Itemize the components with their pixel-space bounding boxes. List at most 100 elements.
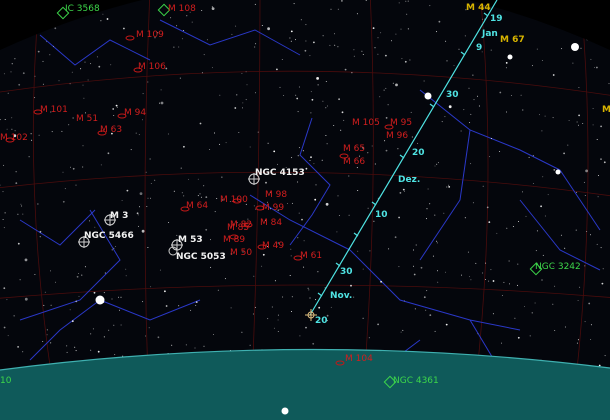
label-m65[interactable]: M 65 <box>343 144 365 154</box>
label-m101[interactable]: M 101 <box>40 105 68 115</box>
star <box>362 54 364 55</box>
star <box>590 324 592 326</box>
star <box>90 349 92 351</box>
label-ngc5466[interactable]: NGC 5466 <box>84 231 134 241</box>
star <box>98 65 101 68</box>
star <box>253 275 255 277</box>
label-m98[interactable]: M 98 <box>265 190 287 200</box>
star <box>245 99 247 101</box>
star <box>203 54 205 56</box>
label-m104[interactable]: M 104 <box>345 354 373 364</box>
label-m84[interactable]: M 84 <box>260 218 282 228</box>
star <box>313 163 315 165</box>
star <box>53 45 54 47</box>
star <box>353 55 355 57</box>
star <box>350 284 352 287</box>
star <box>277 331 279 332</box>
star <box>563 152 565 155</box>
star <box>291 157 293 159</box>
star <box>46 334 48 336</box>
star <box>361 50 363 52</box>
label-m89[interactable]: M 89 <box>223 235 245 245</box>
star <box>160 101 164 105</box>
star <box>34 75 36 77</box>
label-m64[interactable]: M 64 <box>186 201 208 211</box>
star <box>576 342 578 344</box>
star <box>553 169 556 171</box>
star <box>11 63 13 65</box>
star <box>407 28 409 30</box>
label-m61[interactable]: M 61 <box>300 251 322 261</box>
star <box>37 203 39 205</box>
star <box>397 148 399 150</box>
star <box>313 41 315 44</box>
label-m99[interactable]: M 99 <box>262 203 284 213</box>
star <box>112 108 115 110</box>
star <box>219 143 221 145</box>
label-m109[interactable]: M 109 <box>136 30 164 40</box>
label-m50[interactable]: M 50 <box>230 248 252 258</box>
label-ngc4153[interactable]: NGC 4153 <box>255 168 305 178</box>
star <box>289 37 291 39</box>
star <box>102 13 104 15</box>
label-m44[interactable]: M 44 <box>466 3 491 13</box>
star <box>39 230 42 233</box>
star <box>148 327 150 329</box>
star <box>262 253 265 256</box>
label-m100[interactable]: M 100 <box>220 195 248 205</box>
label-m96[interactable]: M 96 <box>386 131 408 141</box>
star <box>69 309 71 311</box>
star <box>111 249 113 251</box>
star <box>236 94 238 96</box>
label-m106[interactable]: M 106 <box>138 62 166 72</box>
star <box>310 156 312 159</box>
star <box>327 105 328 107</box>
star <box>407 0 409 2</box>
label-ngc5053[interactable]: NGC 5053 <box>176 252 226 262</box>
star <box>295 94 297 96</box>
star <box>426 290 428 292</box>
label-ngc4361[interactable]: NGC 4361 <box>393 376 439 386</box>
label-ic3568[interactable]: IC 3568 <box>65 4 100 14</box>
star <box>19 279 21 281</box>
label-m53[interactable]: M 53 <box>178 235 203 245</box>
star <box>486 206 489 209</box>
star <box>400 331 402 333</box>
star <box>309 297 311 299</box>
star <box>576 121 578 123</box>
star <box>536 48 538 50</box>
star <box>96 56 98 58</box>
star <box>203 185 205 187</box>
star <box>477 95 478 97</box>
sky-chart[interactable] <box>0 0 610 420</box>
star <box>22 72 25 75</box>
label-m85[interactable]: M 85 <box>227 223 249 233</box>
star <box>477 333 479 335</box>
label-ngc3242[interactable]: NGC 3242 <box>535 262 581 272</box>
star <box>490 49 492 51</box>
label-m3[interactable]: M 3 <box>110 211 128 221</box>
label-m95[interactable]: M 95 <box>390 118 412 128</box>
star <box>171 344 173 346</box>
star <box>325 107 327 109</box>
star <box>55 281 56 283</box>
star <box>145 335 147 337</box>
star <box>499 91 502 94</box>
star <box>211 6 213 8</box>
star <box>453 65 455 67</box>
label-m51[interactable]: M 51 <box>76 114 98 124</box>
star <box>113 247 115 249</box>
label-m105[interactable]: M 105 <box>352 118 380 128</box>
label-m108[interactable]: M 108 <box>168 4 196 14</box>
label-m63[interactable]: M 63 <box>100 125 122 135</box>
label-m67[interactable]: M 67 <box>500 35 525 45</box>
star <box>601 282 604 285</box>
star <box>62 171 64 173</box>
label-m94[interactable]: M 94 <box>124 108 146 118</box>
label-m66[interactable]: M 66 <box>343 157 365 167</box>
label-m102[interactable]: M 102 <box>0 133 28 143</box>
star <box>402 188 405 191</box>
star <box>514 317 516 319</box>
star <box>572 62 574 64</box>
label-m49[interactable]: M 49 <box>262 241 284 251</box>
